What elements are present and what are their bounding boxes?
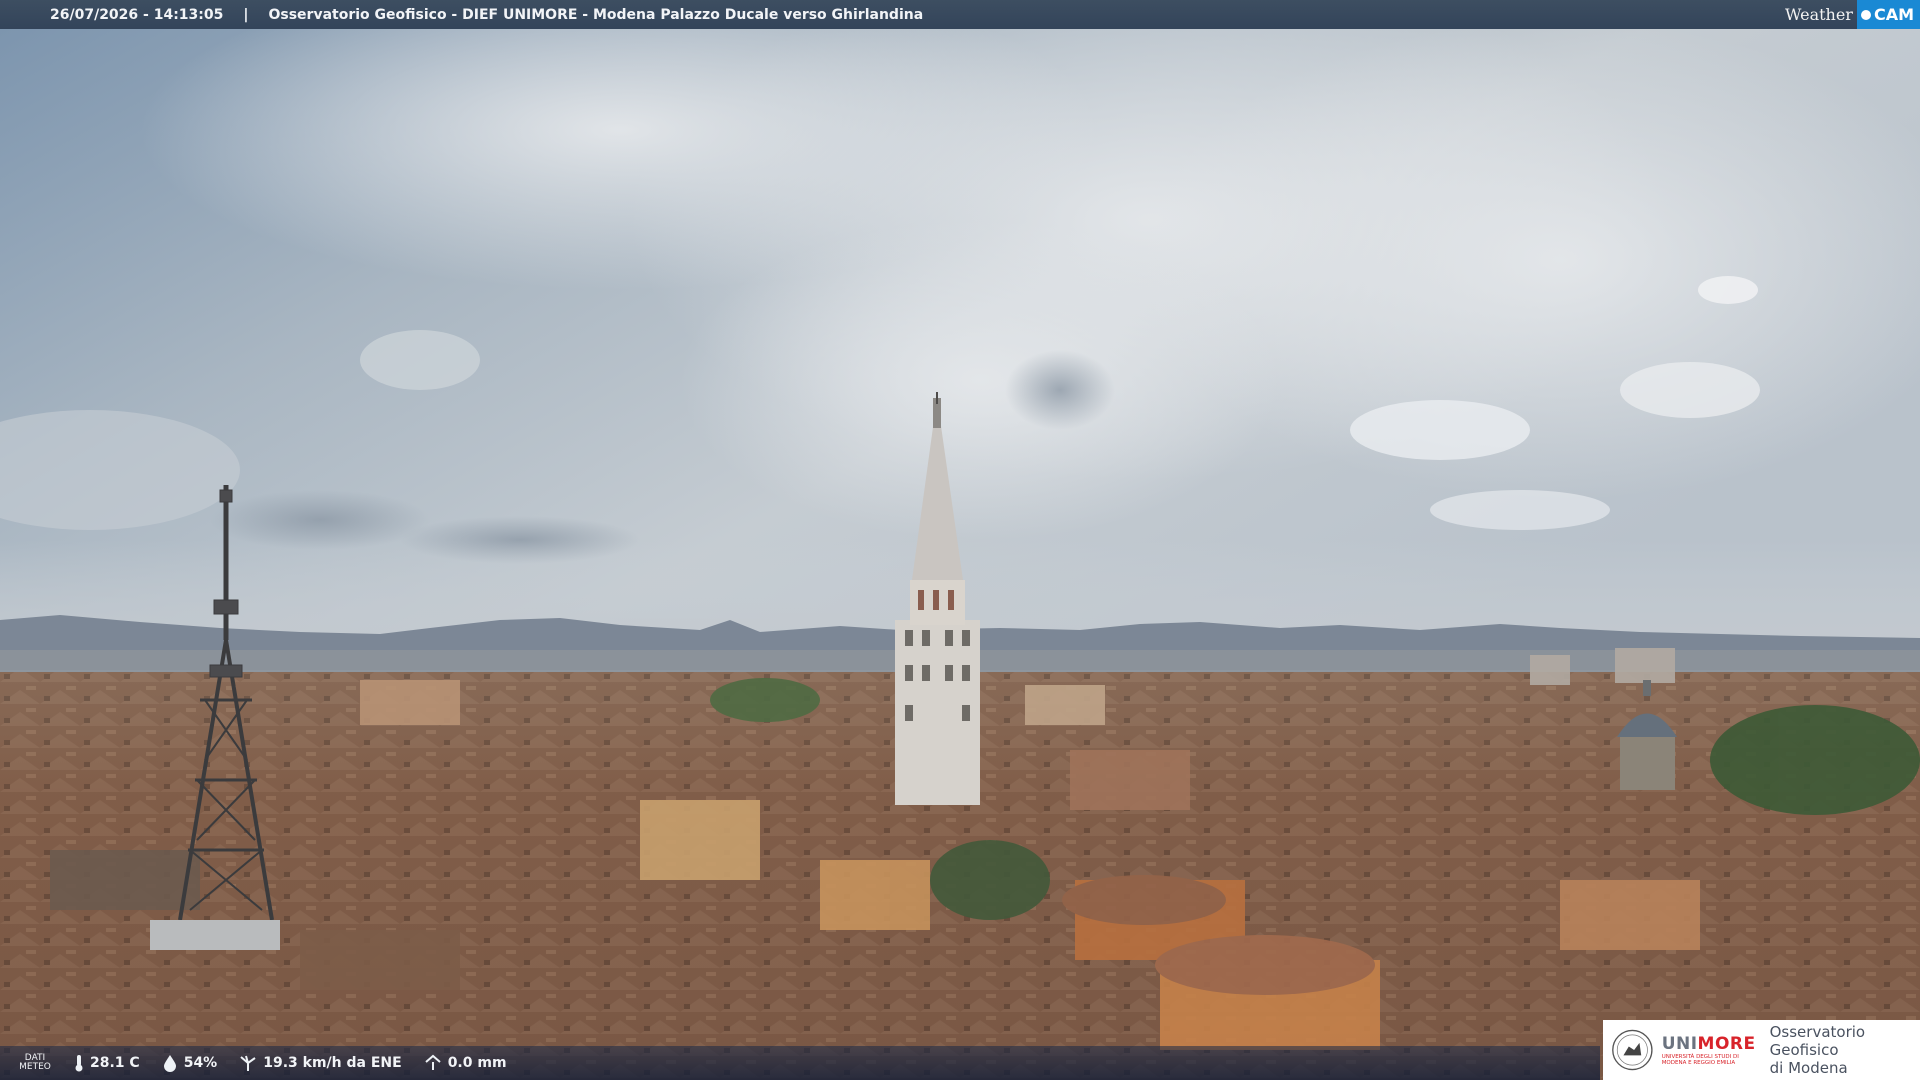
meteo-label-line2: METEO [19,1062,51,1072]
university-seal-icon [1612,1029,1653,1071]
rain-value: 0.0 mm [447,1055,507,1071]
webcam-image [0,0,1920,1080]
meteo-label: DATI METEO [18,1054,52,1072]
observatory-name: Osservatorio Geofisico di Modena [1770,1023,1920,1077]
wind-value: 19.3 km/h da ENE [263,1055,402,1071]
weathercam-logo: Weather CAM [1785,0,1920,29]
brand-cam: CAM [1856,0,1920,29]
header-separator: | [243,6,249,23]
unimore-sub2: MODENA E REGGIO EMILIA [1661,1060,1736,1066]
observatory-line1: Osservatorio Geofisico [1769,1023,1866,1059]
temperature-reading: 28.1 C [74,1054,140,1072]
observatory-line2: di Modena [1769,1059,1848,1077]
humidity-drop-icon [163,1055,176,1072]
brand-weather: Weather [1784,5,1853,24]
rain-gauge-icon [425,1054,441,1070]
header-bar: 26/07/2026 - 14:13:05 | Osservatorio Geo… [0,0,1920,29]
unimore-name-b: MORE [1697,1034,1756,1054]
meteo-bar: DATI METEO 28.1 C 54% 19.3 km/h da ENE 0… [0,1046,1600,1080]
rain-reading: 0.0 mm [424,1054,507,1072]
temperature-value: 28.1 C [90,1055,140,1071]
camera-dot-icon [1860,9,1871,20]
humidity-reading: 54% [162,1054,218,1072]
unimore-name-a: UNI [1661,1034,1698,1054]
wind-turbine-icon [240,1055,256,1071]
humidity-value: 54% [183,1055,218,1071]
wind-reading: 19.3 km/h da ENE [239,1054,402,1072]
camera-title: Osservatorio Geofisico - DIEF UNIMORE - … [268,6,924,23]
timestamp: 26/07/2026 - 14:13:05 [50,6,224,23]
unimore-logo: UNIMORE UNIVERSITÀ DEGLI STUDI DI MODENA… [1603,1020,1920,1080]
brand-cam-label: CAM [1873,5,1914,24]
unimore-text: UNIMORE UNIVERSITÀ DEGLI STUDI DI MODENA… [1662,1034,1756,1066]
thermometer-icon [75,1055,83,1072]
unimore-name: UNIMORE [1662,1034,1756,1054]
